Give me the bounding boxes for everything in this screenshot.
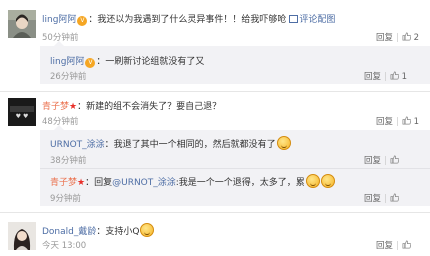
comment-actions: 回复 | bbox=[376, 239, 411, 251]
reply-list: URNOT_涂涂：我退了其中一个相同的，然后就都没有了 38分钟前 回复 | 青子… bbox=[40, 125, 430, 206]
divider bbox=[0, 212, 430, 213]
star-badge-icon: ★ bbox=[77, 178, 86, 188]
reply-button[interactable]: 回复 bbox=[376, 33, 393, 43]
comment-time: 今天 13:00 bbox=[42, 241, 87, 251]
like-button[interactable] bbox=[402, 240, 411, 251]
reply-time: 38分钟前 bbox=[50, 156, 87, 166]
reply-button[interactable]: 回复 bbox=[376, 117, 393, 127]
avatar[interactable] bbox=[8, 10, 36, 38]
reply-time: 26分钟前 bbox=[50, 72, 87, 82]
reply-actions: 回复 | bbox=[364, 154, 399, 166]
reply-list: ling阿阿 V ：一刷新讨论组就没有了又 26分钟前 回复 | 1 bbox=[40, 41, 430, 84]
comment-body: ling阿阿 V ：我还以为我遇到了什么灵异事件！！给我吓够呛 评论配图 bbox=[42, 12, 335, 26]
username[interactable]: URNOT_涂涂 bbox=[50, 140, 105, 150]
reply-text: ：回复 bbox=[85, 178, 113, 188]
reply-actions: 回复 | 1 bbox=[364, 71, 408, 82]
reply-text: ：我退了其中一个相同的，然后就都没有了 bbox=[104, 140, 276, 150]
picture-icon bbox=[289, 15, 299, 23]
svg-text:♥ ♥: ♥ ♥ bbox=[16, 113, 29, 120]
comment-body: Donald_戴龄：支持小Q bbox=[42, 223, 155, 237]
mention-link[interactable]: @URNOT_涂涂 bbox=[112, 178, 176, 188]
username[interactable]: Donald_戴龄 bbox=[42, 227, 96, 237]
thumbs-up-icon bbox=[390, 193, 399, 202]
smiley-emoji-icon bbox=[320, 174, 335, 188]
like-button[interactable] bbox=[390, 155, 399, 166]
comment-actions: 回复 | 2 bbox=[376, 32, 420, 43]
username[interactable]: ling阿阿 bbox=[42, 15, 76, 25]
thumbs-up-icon bbox=[390, 155, 399, 164]
avatar[interactable] bbox=[8, 222, 36, 250]
vip-badge-icon: V bbox=[85, 58, 96, 68]
username[interactable]: 青子梦 bbox=[50, 178, 77, 188]
comment-text: ：我还以为我遇到了什么灵异事件！！给我吓够呛 bbox=[88, 15, 287, 25]
smiley-emoji-icon bbox=[305, 174, 320, 188]
reply-button[interactable]: 回复 bbox=[364, 156, 381, 166]
pic-link[interactable]: 评论配图 bbox=[289, 15, 335, 25]
thumbs-up-icon bbox=[402, 32, 411, 41]
smiley-emoji-icon bbox=[276, 136, 291, 150]
reply-button[interactable]: 回复 bbox=[364, 194, 381, 204]
username[interactable]: ling阿阿 bbox=[50, 57, 84, 67]
reply-text: ：一刷新讨论组就没有了又 bbox=[96, 57, 205, 67]
reply-body: 青子梦★：回复@URNOT_涂涂:我是一个一个退得，太多了，累 bbox=[50, 174, 335, 188]
star-badge-icon: ★ bbox=[69, 102, 78, 112]
comment-body: 青子梦★：新建的组不会消失了？要自己退？ bbox=[42, 99, 221, 112]
thumbs-up-icon bbox=[402, 116, 411, 125]
divider bbox=[40, 168, 430, 169]
smiley-emoji-icon bbox=[140, 223, 155, 237]
reply-time: 9分钟前 bbox=[50, 194, 81, 204]
vip-badge-icon: V bbox=[77, 16, 88, 26]
comment-text: ：新建的组不会消失了？要自己退？ bbox=[77, 102, 222, 112]
like-button[interactable]: 2 bbox=[402, 32, 419, 43]
avatar[interactable]: ♥ ♥ bbox=[8, 98, 36, 126]
like-button[interactable] bbox=[390, 193, 399, 204]
reply-actions: 回复 | bbox=[364, 192, 399, 204]
reply-button[interactable]: 回复 bbox=[364, 72, 381, 82]
reply-body: ling阿阿 V ：一刷新讨论组就没有了又 bbox=[50, 54, 204, 68]
like-button[interactable]: 1 bbox=[402, 116, 419, 127]
like-button[interactable]: 1 bbox=[390, 71, 407, 82]
reply-text-2: :我是一个一个退得，太多了，累 bbox=[175, 178, 305, 188]
reply-body: URNOT_涂涂：我退了其中一个相同的，然后就都没有了 bbox=[50, 136, 291, 150]
comment-actions: 回复 | 1 bbox=[376, 116, 420, 127]
reply-button[interactable]: 回复 bbox=[376, 241, 393, 251]
divider bbox=[0, 91, 430, 92]
comment-text: ：支持小Q bbox=[96, 227, 140, 237]
username[interactable]: 青子梦 bbox=[42, 102, 69, 112]
thumbs-up-icon bbox=[402, 240, 411, 249]
thumbs-up-icon bbox=[390, 71, 399, 80]
